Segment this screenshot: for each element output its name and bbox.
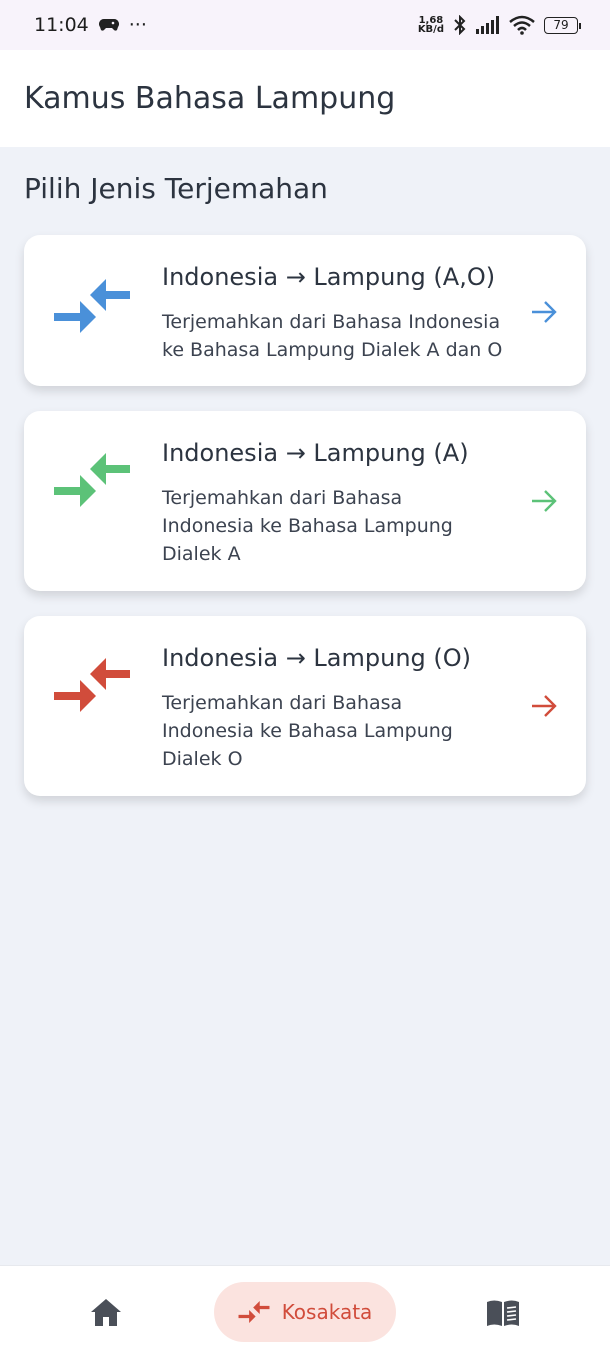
arrow-right-icon (532, 301, 557, 323)
swap-arrows-icon (54, 658, 130, 712)
bottom-navigation: Kosakata (0, 1265, 610, 1356)
net-speed-unit: KB/d (417, 24, 444, 35)
arrow-right-icon (532, 695, 557, 717)
game-controller-icon (98, 19, 119, 31)
signal-icon (476, 16, 499, 34)
card-title: Indonesia → Lampung (A,O) (162, 263, 496, 291)
status-right: 1,68 KB/d 79 (417, 15, 581, 35)
status-bar: 11:04 ··· 1,68 KB/d 79 (0, 0, 610, 50)
battery-indicator: 79 (544, 16, 581, 34)
app-title: Kamus Bahasa Lampung (24, 81, 396, 116)
card-description: Terjemahkan dari Bahasa Indonesia ke Bah… (162, 487, 453, 565)
translate-option-card-a[interactable]: Indonesia → Lampung (A) Terjemahkan dari… (24, 411, 586, 591)
home-icon[interactable] (88, 1297, 124, 1327)
swap-arrows-icon (54, 453, 130, 507)
book-icon[interactable] (485, 1299, 521, 1327)
card-title: Indonesia → Lampung (O) (162, 644, 472, 672)
bluetooth-icon (454, 15, 466, 35)
swap-arrows-icon (54, 279, 130, 333)
card-title: Indonesia → Lampung (A) (162, 439, 469, 467)
status-more-icon: ··· (128, 14, 147, 36)
swap-arrows-icon (238, 1301, 270, 1323)
battery-level: 79 (553, 18, 569, 32)
card-description: Terjemahkan dari Bahasa Indonesia ke Bah… (162, 311, 503, 361)
wifi-icon (509, 15, 535, 35)
status-time: 11:04 (34, 14, 89, 36)
arrow-right-icon (532, 490, 557, 512)
nav-kosakata-tab[interactable]: Kosakata (214, 1282, 396, 1342)
translate-option-card-ao[interactable]: Indonesia → Lampung (A,O) Terjemahkan da… (24, 235, 586, 386)
card-description: Terjemahkan dari Bahasa Indonesia ke Bah… (162, 692, 453, 770)
app-bar: Kamus Bahasa Lampung (0, 50, 610, 147)
translate-option-card-o[interactable]: Indonesia → Lampung (O) Terjemahkan dari… (24, 616, 586, 796)
status-left: 11:04 ··· (34, 14, 147, 36)
section-title: Pilih Jenis Terjemahan (24, 172, 328, 205)
net-speed: 1,68 KB/d (417, 16, 444, 35)
nav-kosakata-label: Kosakata (281, 1300, 373, 1324)
